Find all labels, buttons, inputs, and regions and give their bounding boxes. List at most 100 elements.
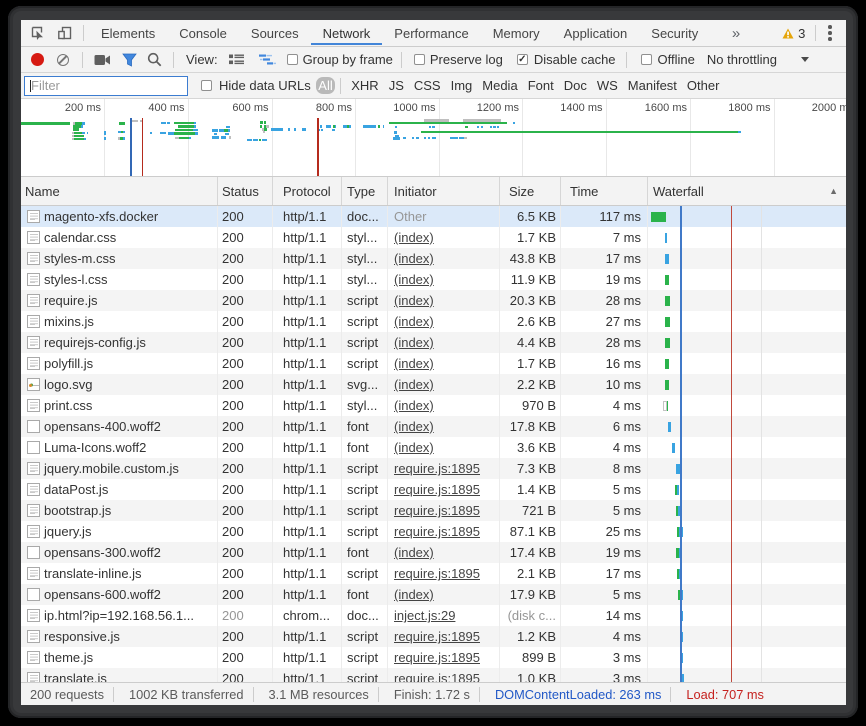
- filter-type-other[interactable]: Other: [687, 78, 720, 93]
- initiator-value[interactable]: require.js:1895: [394, 524, 480, 539]
- column-header-protocol[interactable]: Protocol: [273, 177, 342, 205]
- request-row[interactable]: magento-xfs.docker200http/1.1doc...Other…: [21, 206, 846, 227]
- initiator-value[interactable]: (index): [394, 272, 434, 287]
- request-row[interactable]: translate-inline.js200http/1.1scriptrequ…: [21, 563, 846, 584]
- initiator-value[interactable]: (index): [394, 335, 434, 350]
- initiator-value[interactable]: (index): [394, 293, 434, 308]
- request-row[interactable]: polyfill.js200http/1.1script(index)1.7 K…: [21, 353, 846, 374]
- filter-type-font[interactable]: Font: [528, 78, 554, 93]
- filter-type-img[interactable]: Img: [451, 78, 473, 93]
- initiator-value[interactable]: (index): [394, 398, 434, 413]
- request-row[interactable]: styles-m.css200http/1.1styl...(index)43.…: [21, 248, 846, 269]
- request-row[interactable]: bootstrap.js200http/1.1scriptrequire.js:…: [21, 500, 846, 521]
- filter-type-doc[interactable]: Doc: [564, 78, 587, 93]
- offline-checkbox[interactable]: Offline: [641, 52, 695, 67]
- column-header-name[interactable]: Name: [21, 177, 218, 205]
- use-large-rows-button[interactable]: [229, 54, 244, 66]
- request-row[interactable]: responsive.js200http/1.1scriptrequire.js…: [21, 626, 846, 647]
- request-row[interactable]: opensans-600.woff2200http/1.1font(index)…: [21, 584, 846, 605]
- request-row[interactable]: translate.js200http/1.1scriptrequire.js:…: [21, 668, 846, 682]
- filter-type-all[interactable]: All: [316, 77, 335, 94]
- hide-data-urls-checkbox[interactable]: Hide data URLs: [201, 78, 311, 93]
- column-header-initiator[interactable]: Initiator: [388, 177, 500, 205]
- initiator-value[interactable]: (index): [394, 251, 434, 266]
- initiator-value[interactable]: (index): [394, 419, 434, 434]
- request-row[interactable]: theme.js200http/1.1scriptrequire.js:1895…: [21, 647, 846, 668]
- initiator-value[interactable]: (index): [394, 545, 434, 560]
- initiator-value[interactable]: inject.js:29: [394, 608, 455, 623]
- initiator-value[interactable]: require.js:1895: [394, 461, 480, 476]
- column-header-type[interactable]: Type: [342, 177, 388, 205]
- tab-security[interactable]: Security: [639, 20, 710, 46]
- request-row[interactable]: calendar.css200http/1.1styl...(index)1.7…: [21, 227, 846, 248]
- group-by-frame-checkbox[interactable]: Group by frame: [287, 52, 393, 67]
- request-row[interactable]: opensans-400.woff2200http/1.1font(index)…: [21, 416, 846, 437]
- request-name: translate.js: [44, 671, 107, 682]
- request-row[interactable]: ip.html?ip=192.168.56.1...200chrom...doc…: [21, 605, 846, 626]
- tab-sources[interactable]: Sources: [239, 20, 311, 46]
- inspect-element-button[interactable]: [30, 25, 46, 41]
- filter-type-css[interactable]: CSS: [414, 78, 441, 93]
- search-button[interactable]: [147, 52, 162, 67]
- tab-network[interactable]: Network: [311, 20, 383, 46]
- overview-bar: [262, 139, 267, 141]
- tab-elements[interactable]: Elements: [89, 20, 167, 46]
- initiator-value[interactable]: require.js:1895: [394, 650, 480, 665]
- preserve-log-checkbox[interactable]: Preserve log: [414, 52, 503, 67]
- filter-type-js[interactable]: JS: [389, 78, 404, 93]
- request-row[interactable]: jquery.js200http/1.1scriptrequire.js:189…: [21, 521, 846, 542]
- initiator-value[interactable]: (index): [394, 440, 434, 455]
- filter-type-manifest[interactable]: Manifest: [628, 78, 677, 93]
- column-header-size[interactable]: Size: [500, 177, 561, 205]
- tab-application[interactable]: Application: [552, 20, 640, 46]
- filter-type-ws[interactable]: WS: [597, 78, 618, 93]
- capture-screenshots-button[interactable]: [94, 54, 111, 66]
- tab-console[interactable]: Console: [167, 20, 239, 46]
- request-row[interactable]: require.js200http/1.1script(index)20.3 K…: [21, 290, 846, 311]
- size-value: 1.0 KB: [517, 671, 556, 682]
- request-row[interactable]: mixins.js200http/1.1script(index)2.6 KB2…: [21, 311, 846, 332]
- record-network-log-button[interactable]: [31, 53, 44, 66]
- initiator-value[interactable]: require.js:1895: [394, 566, 480, 581]
- column-header-status[interactable]: Status: [218, 177, 273, 205]
- column-header-waterfall[interactable]: Waterfall▲: [648, 177, 846, 205]
- throttling-select[interactable]: No throttling: [707, 52, 777, 67]
- initiator-value[interactable]: require.js:1895: [394, 671, 480, 682]
- clear-network-log-button[interactable]: [57, 54, 69, 66]
- request-row[interactable]: opensans-300.woff2200http/1.1font(index)…: [21, 542, 846, 563]
- cell-waterfall: [648, 605, 846, 626]
- more-tabs-button[interactable]: »: [720, 25, 772, 42]
- initiator-value[interactable]: (index): [394, 587, 434, 602]
- initiator-value[interactable]: require.js:1895: [394, 503, 480, 518]
- tab-performance[interactable]: Performance: [382, 20, 480, 46]
- initiator-value[interactable]: (index): [394, 314, 434, 329]
- request-row[interactable]: dataPost.js200http/1.1scriptrequire.js:1…: [21, 479, 846, 500]
- disable-cache-checkbox[interactable]: Disable cache: [517, 52, 616, 67]
- initiator-value[interactable]: require.js:1895: [394, 629, 480, 644]
- initiator-value[interactable]: require.js:1895: [394, 482, 480, 497]
- cell-size: 11.9 KB: [500, 269, 561, 290]
- initiator-value[interactable]: (index): [394, 377, 434, 392]
- devtools-menu-button[interactable]: •••: [816, 25, 846, 40]
- request-row[interactable]: requirejs-config.js200http/1.1script(ind…: [21, 332, 846, 353]
- request-row[interactable]: logo.svg200http/1.1svg...(index)2.2 KB10…: [21, 374, 846, 395]
- request-row[interactable]: print.css200http/1.1styl...(index)970 B4…: [21, 395, 846, 416]
- network-overview[interactable]: 200 ms400 ms600 ms800 ms1000 ms1200 ms14…: [21, 99, 846, 177]
- cell-name: polyfill.js: [21, 353, 218, 374]
- filter-type-xhr[interactable]: XHR: [351, 78, 378, 93]
- overview-bar: [432, 137, 437, 139]
- filter-input[interactable]: Filter: [24, 76, 188, 96]
- initiator-value[interactable]: (index): [394, 230, 434, 245]
- initiator-value[interactable]: (index): [394, 356, 434, 371]
- request-row[interactable]: styles-l.css200http/1.1styl...(index)11.…: [21, 269, 846, 290]
- show-overview-button[interactable]: [259, 54, 276, 65]
- cell-time: 17 ms: [561, 248, 648, 269]
- request-row[interactable]: jquery.mobile.custom.js200http/1.1script…: [21, 458, 846, 479]
- filter-type-media[interactable]: Media: [482, 78, 517, 93]
- filter-button[interactable]: [122, 53, 137, 67]
- column-header-time[interactable]: Time: [561, 177, 648, 205]
- tab-memory[interactable]: Memory: [481, 20, 552, 46]
- toggle-device-toolbar-button[interactable]: [57, 25, 73, 41]
- console-warnings-badge[interactable]: 3: [772, 26, 815, 41]
- request-row[interactable]: Luma-Icons.woff2200http/1.1font(index)3.…: [21, 437, 846, 458]
